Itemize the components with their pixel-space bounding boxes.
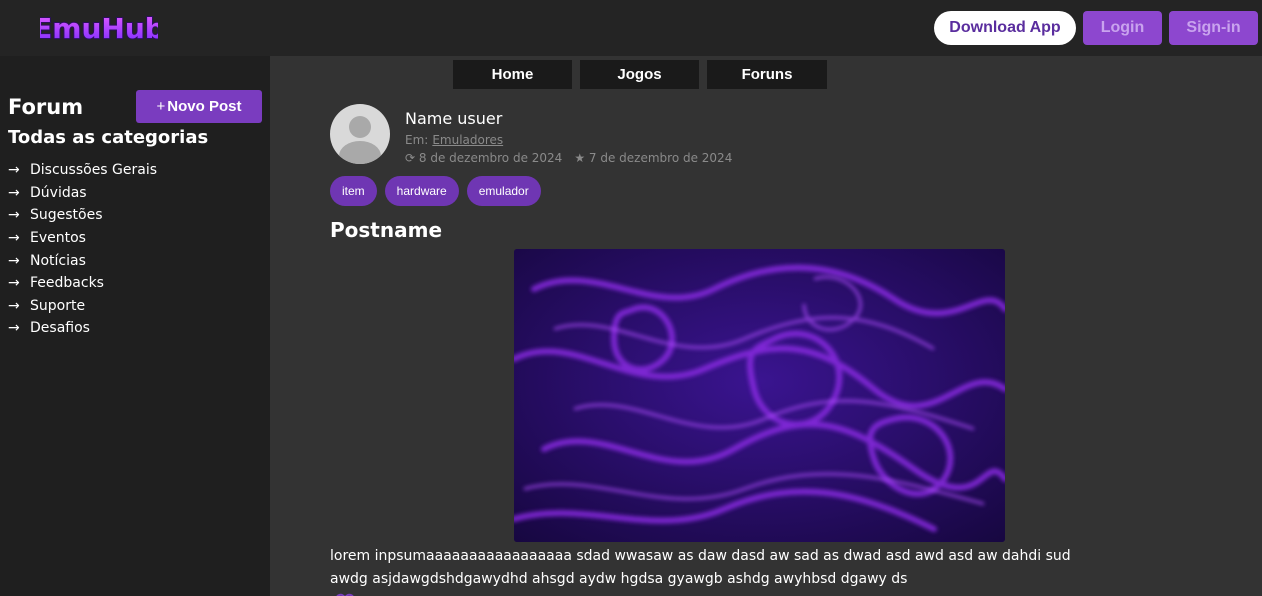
arrow-right-icon: →	[8, 184, 20, 201]
category-item-suporte[interactable]: → Suporte	[8, 295, 157, 318]
download-app-button[interactable]: Download App	[934, 11, 1076, 45]
created-date: ★ 7 de dezembro de 2024	[574, 151, 732, 165]
post-body: lorem inpsumaaaaaaaaaaaaaaaaa sdad wwasa…	[330, 548, 1071, 587]
arrow-right-icon: →	[8, 230, 20, 247]
tag-item[interactable]: item	[330, 176, 377, 206]
updated-date: ⟳ 8 de dezembro de 2024	[405, 151, 562, 165]
arrow-right-icon: →	[8, 162, 20, 179]
category-item-discussoes-gerais[interactable]: → Discussões Gerais	[8, 159, 157, 182]
nav-foruns[interactable]: Foruns	[707, 60, 827, 89]
category-link[interactable]: Emuladores	[432, 133, 503, 147]
category-item-noticias[interactable]: → Notícias	[8, 249, 157, 272]
category-prefix: Em:	[405, 133, 429, 147]
emuhub-logo[interactable]: EmuHub	[40, 8, 158, 48]
star-icon: ★	[574, 151, 589, 165]
tag-list: item hardware emulador	[330, 176, 541, 206]
refresh-icon: ⟳	[405, 151, 419, 165]
post-title: Postname	[330, 218, 443, 242]
category-label: Discussões Gerais	[30, 162, 158, 179]
plus-icon: +	[156, 98, 166, 115]
forum-title: Forum	[8, 95, 84, 119]
post-author[interactable]: Name usuer	[405, 109, 502, 128]
nav-jogos[interactable]: Jogos	[580, 60, 699, 89]
category-item-sugestoes[interactable]: → Sugestões	[8, 204, 157, 227]
category-label: Desafios	[30, 320, 90, 337]
new-post-label: Novo Post	[167, 98, 242, 115]
arrow-right-icon: →	[8, 320, 20, 337]
top-bar: EmuHub Download App Login Sign-in	[0, 0, 1262, 56]
category-item-duvidas[interactable]: → Dúvidas	[8, 182, 157, 205]
updated-date-text: 8 de dezembro de 2024	[418, 151, 563, 165]
category-item-eventos[interactable]: → Eventos	[8, 227, 157, 250]
arrow-right-icon: →	[8, 252, 20, 269]
arrow-right-icon: →	[8, 275, 20, 292]
sidebar: Forum + Novo Post Todas as categorias → D…	[0, 56, 270, 596]
category-label: Dúvidas	[30, 184, 87, 201]
category-item-feedbacks[interactable]: → Feedbacks	[8, 272, 157, 295]
category-label: Feedbacks	[30, 275, 104, 292]
user-avatar-icon	[339, 116, 381, 164]
post-category: Em: Emuladores	[405, 133, 503, 147]
category-list: → Discussões Gerais → Dúvidas → Sugestões →…	[8, 159, 157, 340]
login-button[interactable]: Login	[1083, 11, 1162, 45]
tag-emulador[interactable]: emulador	[466, 176, 541, 206]
heart-icon[interactable]	[334, 589, 356, 596]
category-label: Suporte	[30, 297, 86, 314]
arrow-right-icon: →	[8, 207, 20, 224]
category-item-desafios[interactable]: → Desafios	[8, 317, 157, 340]
created-date-text: 7 de dezembro de 2024	[588, 151, 733, 165]
post-dates: ⟳ 8 de dezembro de 2024 ★ 7 de dezembro …	[405, 151, 732, 165]
new-post-button[interactable]: + Novo Post	[136, 90, 262, 123]
nav-home[interactable]: Home	[453, 60, 572, 89]
tag-hardware[interactable]: hardware	[384, 176, 459, 206]
signin-button[interactable]: Sign-in	[1169, 11, 1258, 45]
category-label: Eventos	[30, 230, 86, 247]
svg-text:EmuHub: EmuHub	[40, 12, 158, 45]
avatar[interactable]	[330, 104, 390, 164]
arrow-right-icon: →	[8, 297, 20, 314]
categories-heading: Todas as categorias	[8, 127, 209, 148]
category-label: Notícias	[30, 252, 86, 269]
post-image[interactable]	[514, 249, 1005, 542]
category-label: Sugestões	[30, 207, 103, 224]
abstract-purple-image	[514, 249, 1005, 542]
